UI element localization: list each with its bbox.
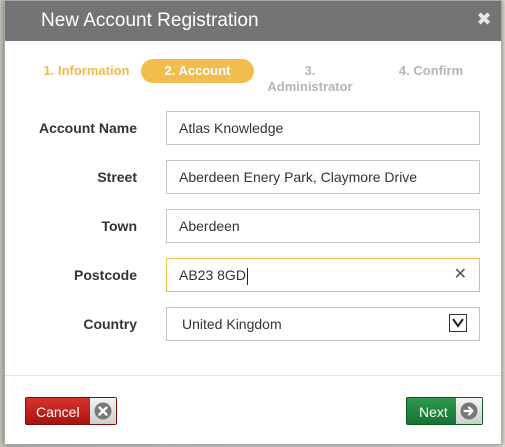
text-caret (246, 267, 248, 285)
account-name-label: Account Name (38, 120, 137, 136)
next-button[interactable]: Next (406, 397, 483, 425)
postcode-row: Postcode AB23 8GD ✕ (5, 258, 501, 292)
wizard-steps: 1. Information 2. Account 3. Administrat… (5, 59, 501, 99)
town-label: Town (101, 218, 137, 234)
dialog-titlebar: New Account Registration ✖ (5, 1, 501, 41)
account-name-row: Account Name Atlas Knowledge (5, 111, 501, 145)
step-administrator: 3. Administrator (261, 63, 359, 94)
town-input[interactable]: Aberdeen (166, 209, 480, 243)
postcode-label: Postcode (73, 267, 137, 283)
account-name-value: Atlas Knowledge (179, 120, 284, 136)
street-label: Street (97, 169, 137, 185)
street-value: Aberdeen Enery Park, Claymore Drive (179, 169, 418, 185)
postcode-input[interactable]: AB23 8GD ✕ (166, 258, 480, 292)
postcode-value: AB23 8GD (179, 267, 246, 283)
town-value: Aberdeen (179, 218, 240, 234)
country-label: Country (83, 316, 137, 332)
cancel-x-icon (90, 398, 116, 424)
country-select[interactable]: United Kingdom (166, 307, 480, 341)
footer-divider (5, 375, 501, 376)
close-icon[interactable]: ✖ (475, 10, 493, 28)
clear-icon[interactable]: ✕ (454, 259, 467, 291)
arrow-right-icon (456, 398, 482, 424)
street-input[interactable]: Aberdeen Enery Park, Claymore Drive (166, 160, 480, 194)
street-row: Street Aberdeen Enery Park, Claymore Dri… (5, 160, 501, 194)
step-confirm: 4. Confirm (398, 63, 464, 78)
step-information[interactable]: 1. Information (29, 59, 144, 83)
country-row: Country United Kingdom (5, 307, 501, 341)
town-row: Town Aberdeen (5, 209, 501, 243)
next-button-label: Next (419, 404, 448, 420)
registration-dialog: New Account Registration ✖ 1. Informatio… (4, 0, 502, 445)
step-administrator-number: 3. (304, 63, 316, 78)
cancel-button-label: Cancel (36, 404, 80, 420)
cancel-button[interactable]: Cancel (25, 397, 117, 425)
step-account: 2. Account (141, 59, 254, 83)
step-administrator-label: Administrator (267, 79, 353, 94)
chevron-down-icon[interactable] (449, 314, 467, 332)
country-value: United Kingdom (182, 316, 282, 332)
account-name-input[interactable]: Atlas Knowledge (166, 111, 480, 145)
dialog-title: New Account Registration (41, 10, 259, 31)
